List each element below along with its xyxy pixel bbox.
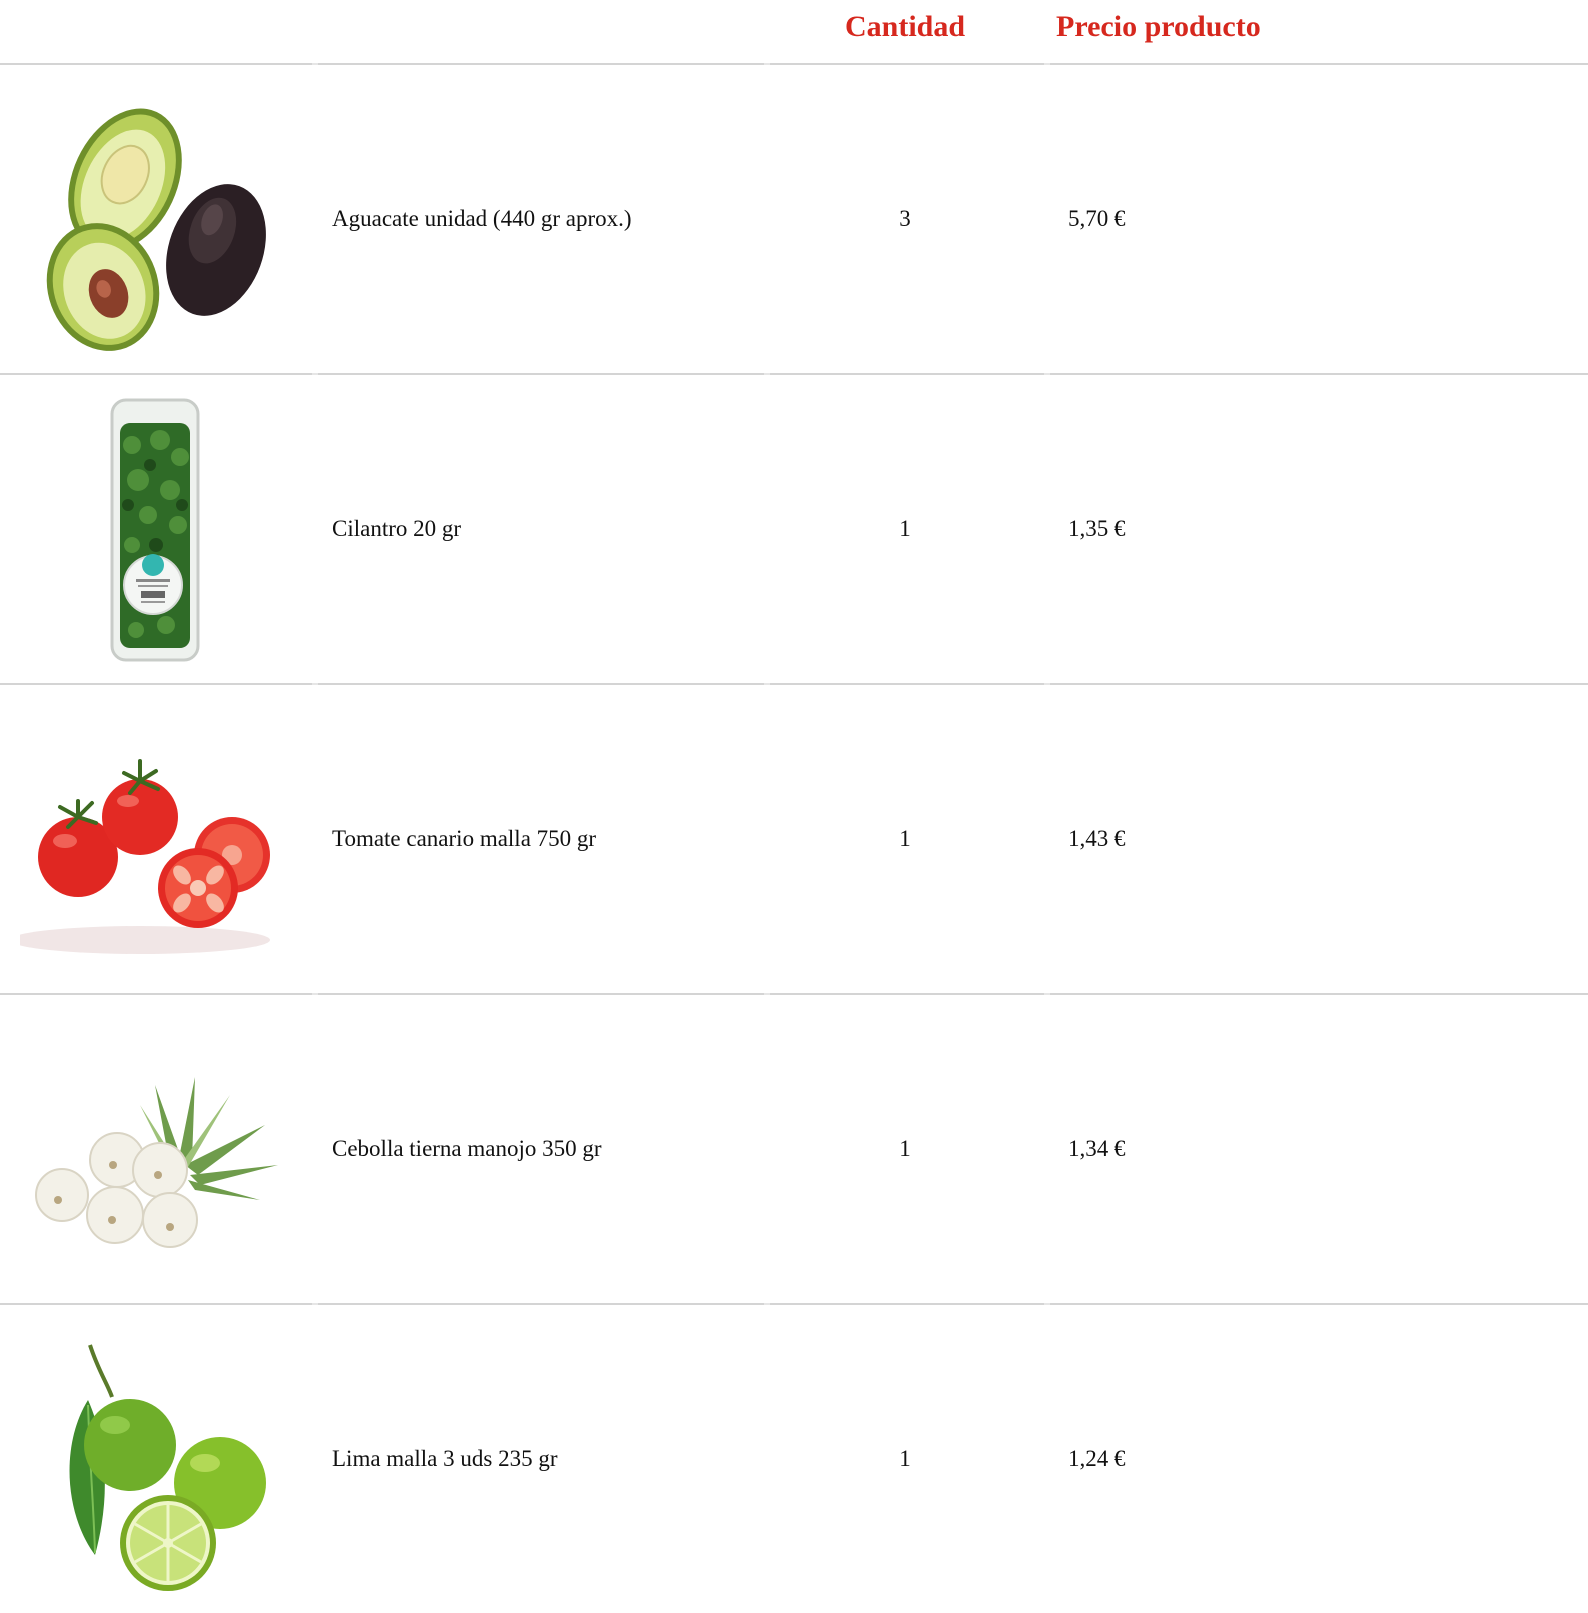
product-price: 1,24 € bbox=[1068, 1446, 1126, 1471]
spring-onion-image[interactable] bbox=[20, 1015, 290, 1285]
table-row: Tomate canario malla 750 gr 1 1,43 € bbox=[0, 685, 1588, 993]
table-row: Lima malla 3 uds 235 gr 1 1,24 € bbox=[0, 1305, 1588, 1613]
product-name: Cilantro 20 gr bbox=[332, 516, 462, 541]
product-price: 1,34 € bbox=[1068, 1136, 1126, 1161]
product-name: Cebolla tierna manojo 350 gr bbox=[332, 1136, 602, 1161]
table-row: Cilantro 20 gr 1 1,35 € bbox=[0, 375, 1588, 683]
product-quantity: 1 bbox=[899, 1446, 911, 1471]
product-price: 1,35 € bbox=[1068, 516, 1126, 541]
product-quantity: 3 bbox=[899, 206, 911, 231]
table-row: Aguacate unidad (440 gr aprox.) 3 5,70 € bbox=[0, 65, 1588, 373]
avocado-image[interactable] bbox=[20, 85, 290, 355]
product-price: 5,70 € bbox=[1068, 206, 1126, 231]
price-column-header: Precio producto bbox=[1056, 10, 1261, 43]
product-name: Tomate canario malla 750 gr bbox=[332, 826, 597, 851]
product-price: 1,43 € bbox=[1068, 826, 1126, 851]
cilantro-pack-image[interactable] bbox=[20, 395, 290, 665]
product-quantity: 1 bbox=[899, 516, 911, 541]
product-quantity: 1 bbox=[899, 826, 911, 851]
table-header: Cantidad Precio producto bbox=[0, 0, 1588, 64]
product-name: Aguacate unidad (440 gr aprox.) bbox=[332, 206, 632, 231]
tomato-image[interactable] bbox=[20, 705, 290, 975]
product-name: Lima malla 3 uds 235 gr bbox=[332, 1446, 558, 1471]
lime-image[interactable] bbox=[20, 1325, 290, 1595]
table-row: Cebolla tierna manojo 350 gr 1 1,34 € bbox=[0, 995, 1588, 1303]
product-quantity: 1 bbox=[899, 1136, 911, 1161]
quantity-column-header: Cantidad bbox=[845, 10, 966, 43]
